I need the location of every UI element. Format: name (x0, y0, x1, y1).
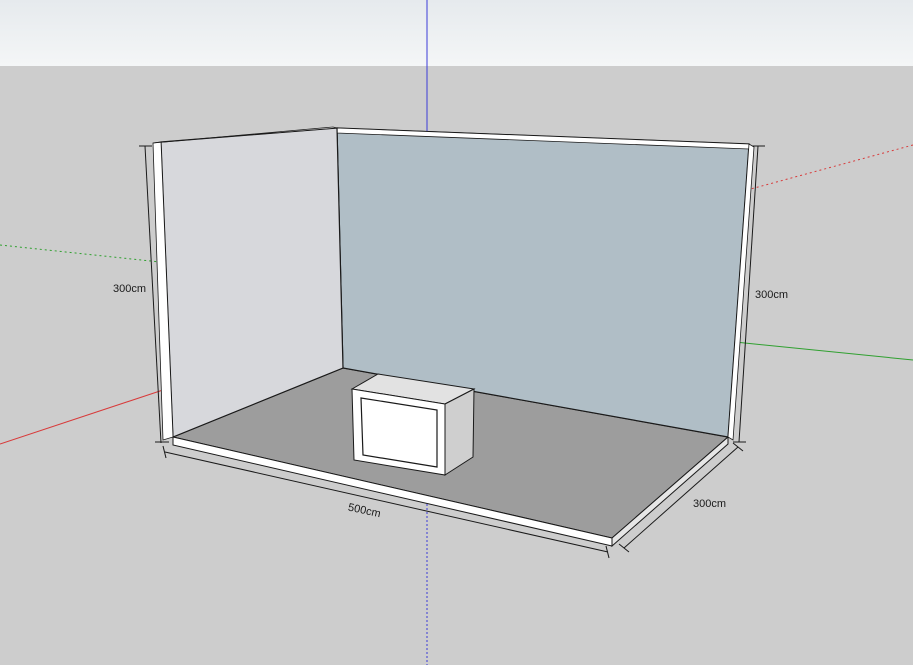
dimension-label-right-height: 300cm (755, 289, 788, 301)
3d-viewport[interactable]: 300cm 300cm 500cm 300cm (0, 0, 913, 665)
cabinet-model[interactable] (350, 373, 476, 476)
sky (0, 0, 913, 66)
cabinet-door-panel (360, 397, 438, 468)
dimension-label-left-height: 300cm (113, 283, 146, 295)
model-scene[interactable]: 300cm 300cm 500cm 300cm (0, 0, 913, 665)
dimension-label-depth: 300cm (693, 498, 726, 510)
